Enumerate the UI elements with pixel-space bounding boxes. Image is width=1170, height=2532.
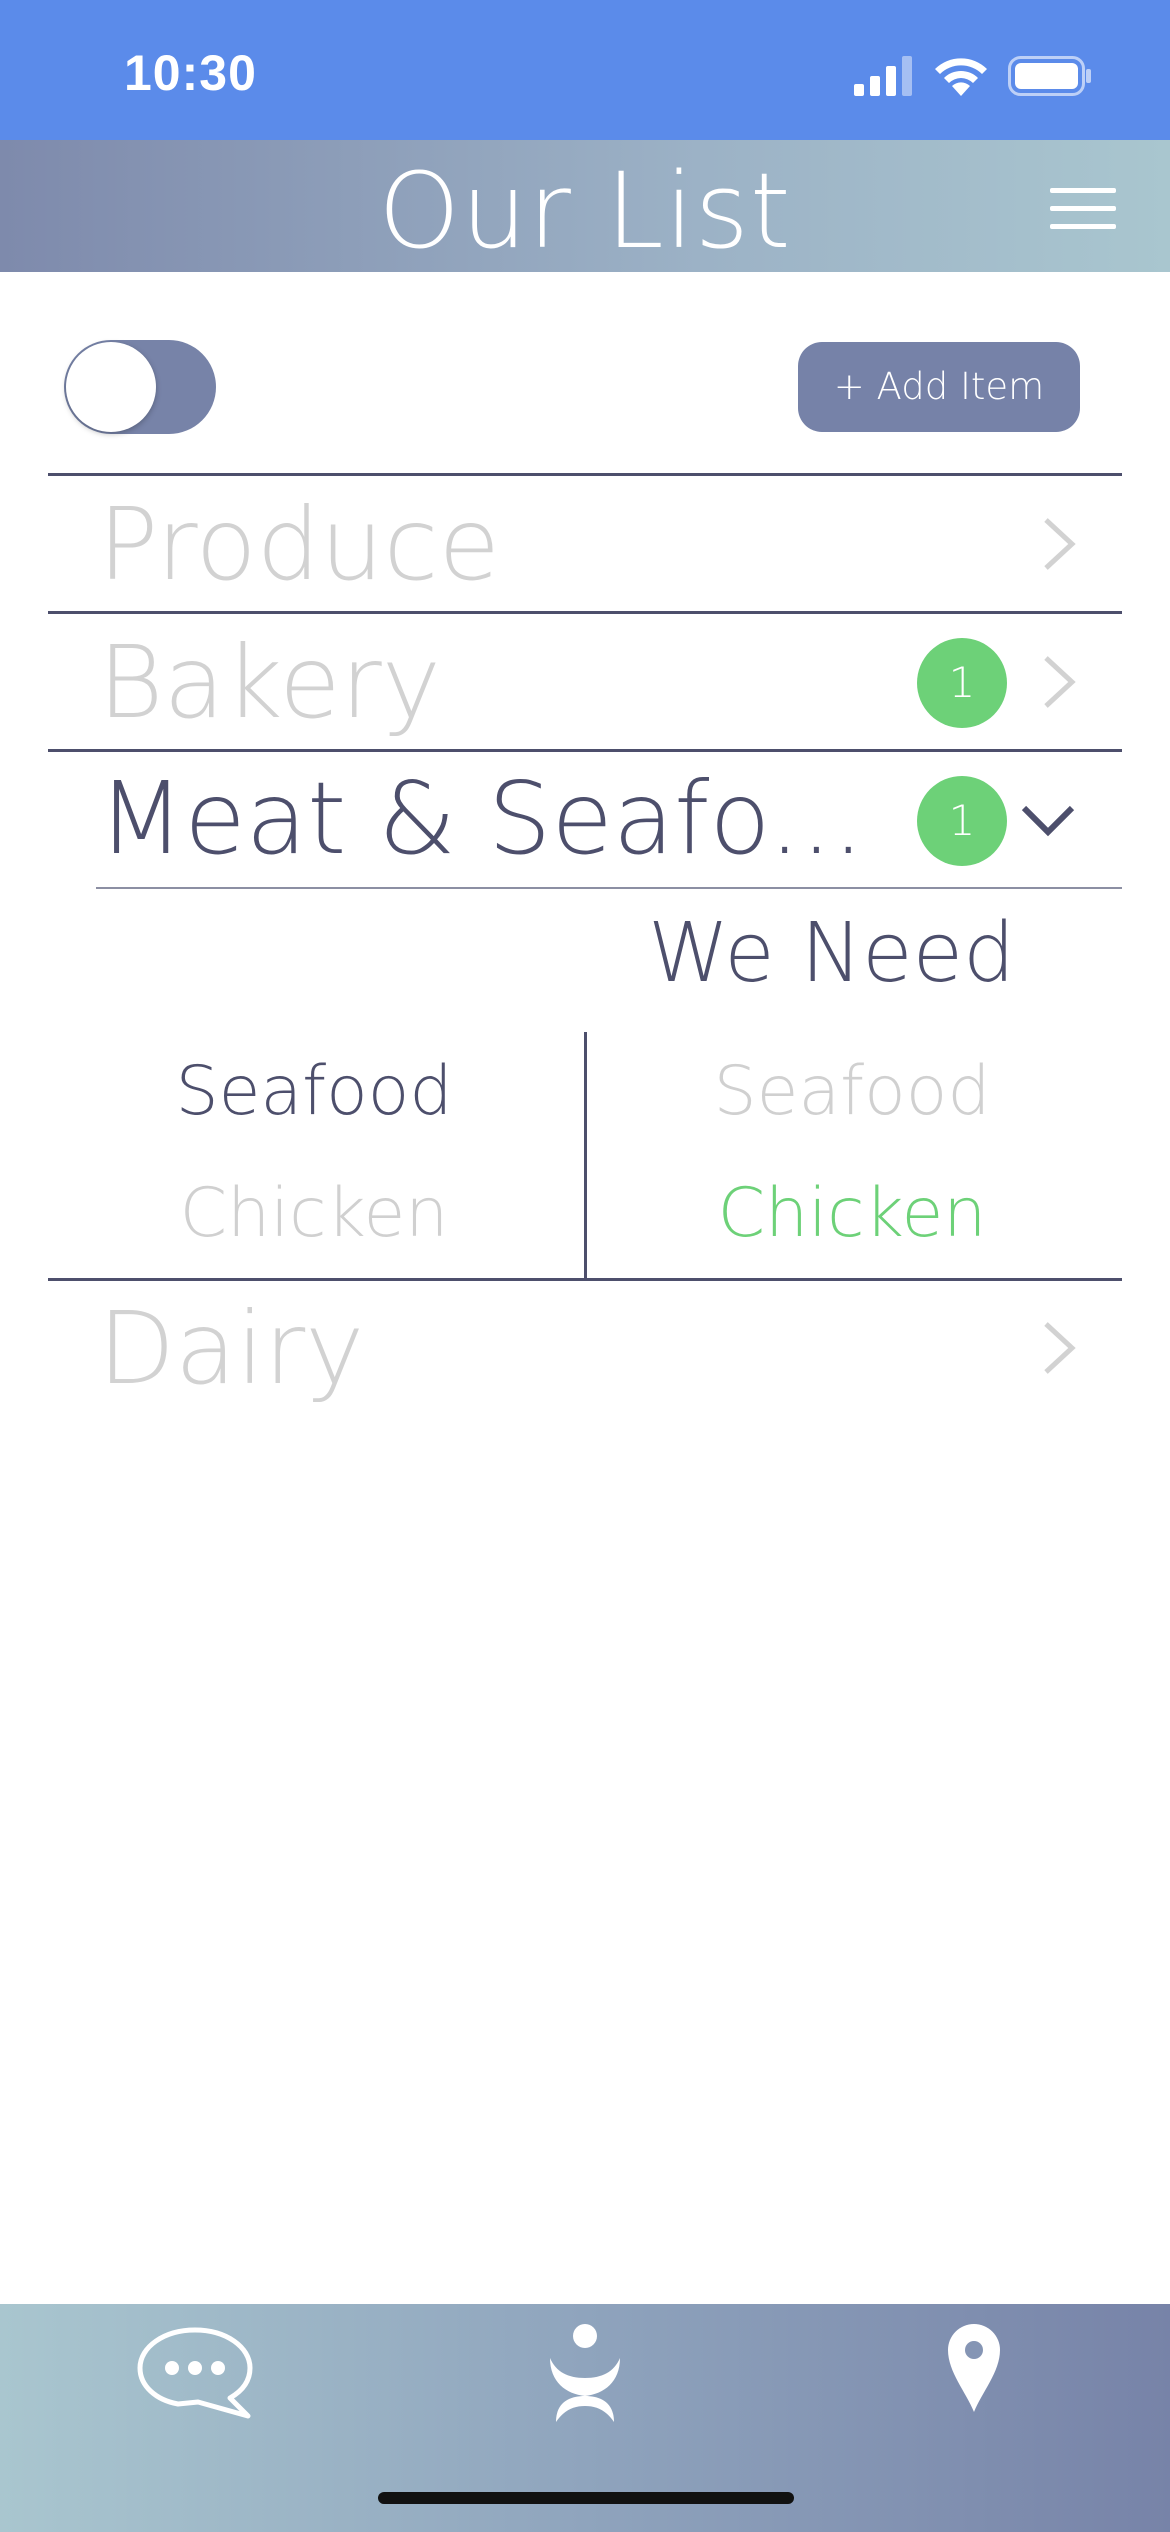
we-need-header: We Need <box>648 906 1016 1001</box>
row-divider <box>48 749 1122 752</box>
page-title: Our List <box>378 150 792 272</box>
chevron-down-icon[interactable] <box>1020 800 1076 840</box>
location-pin-icon[interactable] <box>946 2322 1002 2414</box>
chevron-right-icon[interactable] <box>1038 1320 1078 1376</box>
view-toggle-switch[interactable] <box>64 340 216 434</box>
home-indicator <box>378 2492 794 2504</box>
add-item-button[interactable]: + Add Item <box>798 342 1080 432</box>
toggle-knob <box>66 342 156 432</box>
chevron-right-icon[interactable] <box>1038 516 1078 572</box>
category-meat-seafood-label[interactable]: Meat & Seafo... <box>98 760 864 877</box>
app-logo-icon[interactable] <box>546 2322 624 2426</box>
list-item-left[interactable]: Seafood <box>104 1052 524 1131</box>
menu-line <box>1050 224 1116 229</box>
hamburger-menu-button[interactable] <box>1050 188 1116 230</box>
row-divider <box>48 473 1122 476</box>
section-divider <box>96 887 1122 889</box>
menu-line <box>1050 188 1116 193</box>
category-dairy-label[interactable]: Dairy <box>98 1290 364 1407</box>
row-divider <box>48 611 1122 614</box>
list-item-left[interactable]: Chicken <box>104 1174 524 1253</box>
status-bar: 10:30 <box>0 0 1170 140</box>
app-header: Our List <box>0 140 1170 272</box>
meat-seafood-count-badge: 1 <box>917 776 1007 866</box>
row-divider <box>48 1278 1122 1281</box>
list-item-right[interactable]: Chicken <box>642 1174 1062 1253</box>
wifi-icon <box>935 58 987 96</box>
category-produce-label[interactable]: Produce <box>98 486 500 603</box>
chevron-right-icon[interactable] <box>1038 654 1078 710</box>
status-time: 10:30 <box>124 45 257 101</box>
bakery-count-badge: 1 <box>917 638 1007 728</box>
category-bakery-label[interactable]: Bakery <box>98 624 441 741</box>
signal-icon <box>854 56 912 96</box>
battery-icon <box>1008 56 1091 96</box>
list-item-right[interactable]: Seafood <box>642 1052 1062 1131</box>
menu-line <box>1050 206 1116 211</box>
chat-bubble-icon[interactable] <box>134 2324 256 2424</box>
column-divider <box>584 1032 587 1280</box>
